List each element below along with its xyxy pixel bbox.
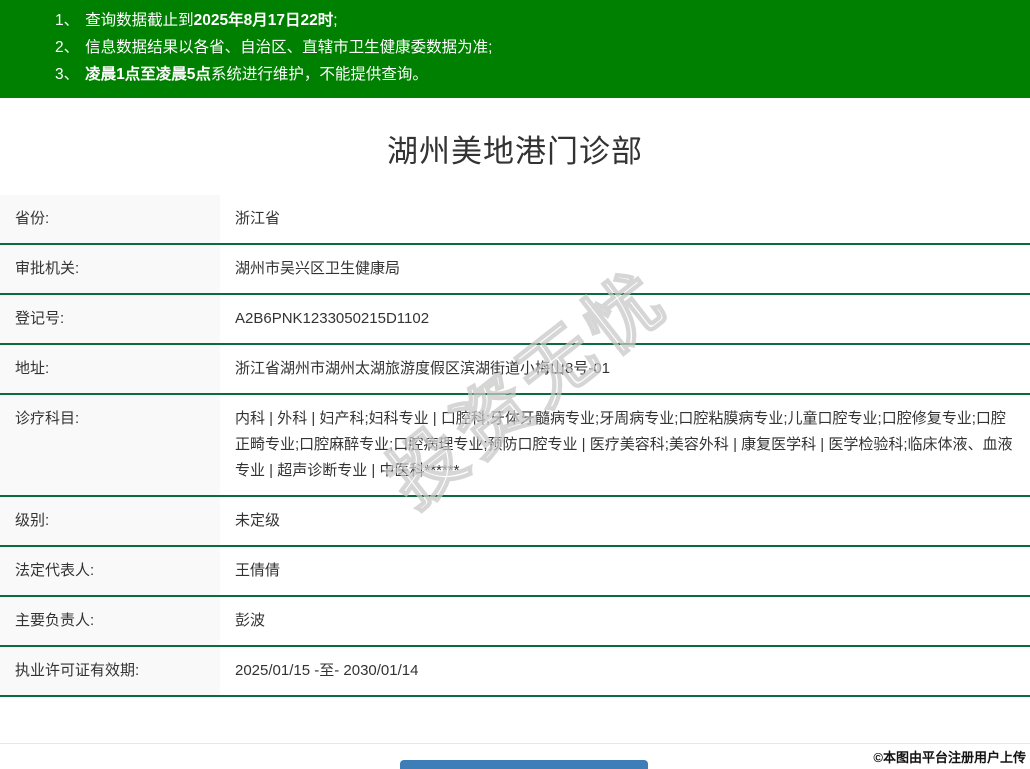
notice-line: 3、 凌晨1点至凌晨5点系统进行维护，不能提供查询。 — [0, 61, 1030, 88]
copyright-watermark: ©本图由平台注册用户上传 — [873, 750, 1026, 765]
row-value: 2025/01/15 -至- 2030/01/14 — [235, 662, 419, 679]
table-row: 审批机关: 湖州市吴兴区卫生健康局 — [0, 244, 1030, 294]
table-row: 登记号: A2B6PNK1233050215D1102 — [0, 294, 1030, 344]
notice-line-text: 信息数据结果以各省、自治区、直辖市卫生健康委数据为准; — [85, 39, 493, 56]
notice-line-number: 1、 — [55, 12, 80, 29]
notice-line-suffix: ; — [333, 12, 338, 29]
notice-line-text: 查询数据截止到 — [85, 12, 194, 29]
row-value: 内科 | 外科 | 妇产科;妇科专业 | 口腔科;牙体牙髓病专业;牙周病专业;口… — [235, 410, 1013, 479]
table-row: 地址: 浙江省湖州市湖州太湖旅游度假区滨湖街道小梅山8号-01 — [0, 344, 1030, 394]
row-value: 湖州市吴兴区卫生健康局 — [235, 260, 401, 277]
info-table: 省份: 浙江省 审批机关: 湖州市吴兴区卫生健康局 登记号: A2B6PNK12… — [0, 195, 1030, 697]
notice-line-number: 3、 — [55, 66, 80, 83]
row-label: 登记号: — [0, 294, 220, 344]
notice-line: 2、 信息数据结果以各省、自治区、直辖市卫生健康委数据为准; — [0, 34, 1030, 61]
row-label: 执业许可证有效期: — [0, 646, 220, 696]
notice-line: 1、 查询数据截止到2025年8月17日22时; — [0, 7, 1030, 34]
notice-line-suffix: 系统进行维护，不能提供查询。 — [210, 66, 428, 83]
row-value: A2B6PNK1233050215D1102 — [235, 310, 430, 327]
notice-banner: 1、 查询数据截止到2025年8月17日22时; 2、 信息数据结果以各省、自治区、… — [0, 0, 1030, 98]
table-row: 省份: 浙江省 — [0, 195, 1030, 244]
row-value: 未定级 — [235, 512, 281, 529]
row-label: 审批机关: — [0, 244, 220, 294]
table-row: 级别: 未定级 — [0, 496, 1030, 546]
row-label: 诊疗科目: — [0, 394, 220, 496]
table-row: 诊疗科目: 内科 | 外科 | 妇产科;妇科专业 | 口腔科;牙体牙髓病专业;牙… — [0, 394, 1030, 496]
row-label: 级别: — [0, 496, 220, 546]
table-row: 主要负责人: 彭波 — [0, 596, 1030, 646]
close-window-button[interactable]: 〖关闭窗口〗 — [400, 760, 648, 769]
row-value: 浙江省湖州市湖州太湖旅游度假区滨湖街道小梅山8号-01 — [235, 360, 611, 377]
page-title: 湖州美地港门诊部 — [387, 134, 643, 169]
row-value: 浙江省 — [235, 210, 281, 227]
table-row: 执业许可证有效期: 2025/01/15 -至- 2030/01/14 — [0, 646, 1030, 696]
notice-line-bold: 2025年8月17日22时 — [193, 12, 334, 29]
bottom-divider — [0, 743, 1030, 744]
table-row: 法定代表人: 王倩倩 — [0, 546, 1030, 596]
row-value: 彭波 — [235, 612, 266, 629]
row-label: 主要负责人: — [0, 596, 220, 646]
row-value: 王倩倩 — [235, 562, 281, 579]
row-label: 地址: — [0, 344, 220, 394]
row-label: 省份: — [0, 195, 220, 244]
notice-line-number: 2、 — [55, 39, 80, 56]
notice-line-bold: 凌晨1点至凌晨5点 — [85, 66, 211, 83]
row-label: 法定代表人: — [0, 546, 220, 596]
